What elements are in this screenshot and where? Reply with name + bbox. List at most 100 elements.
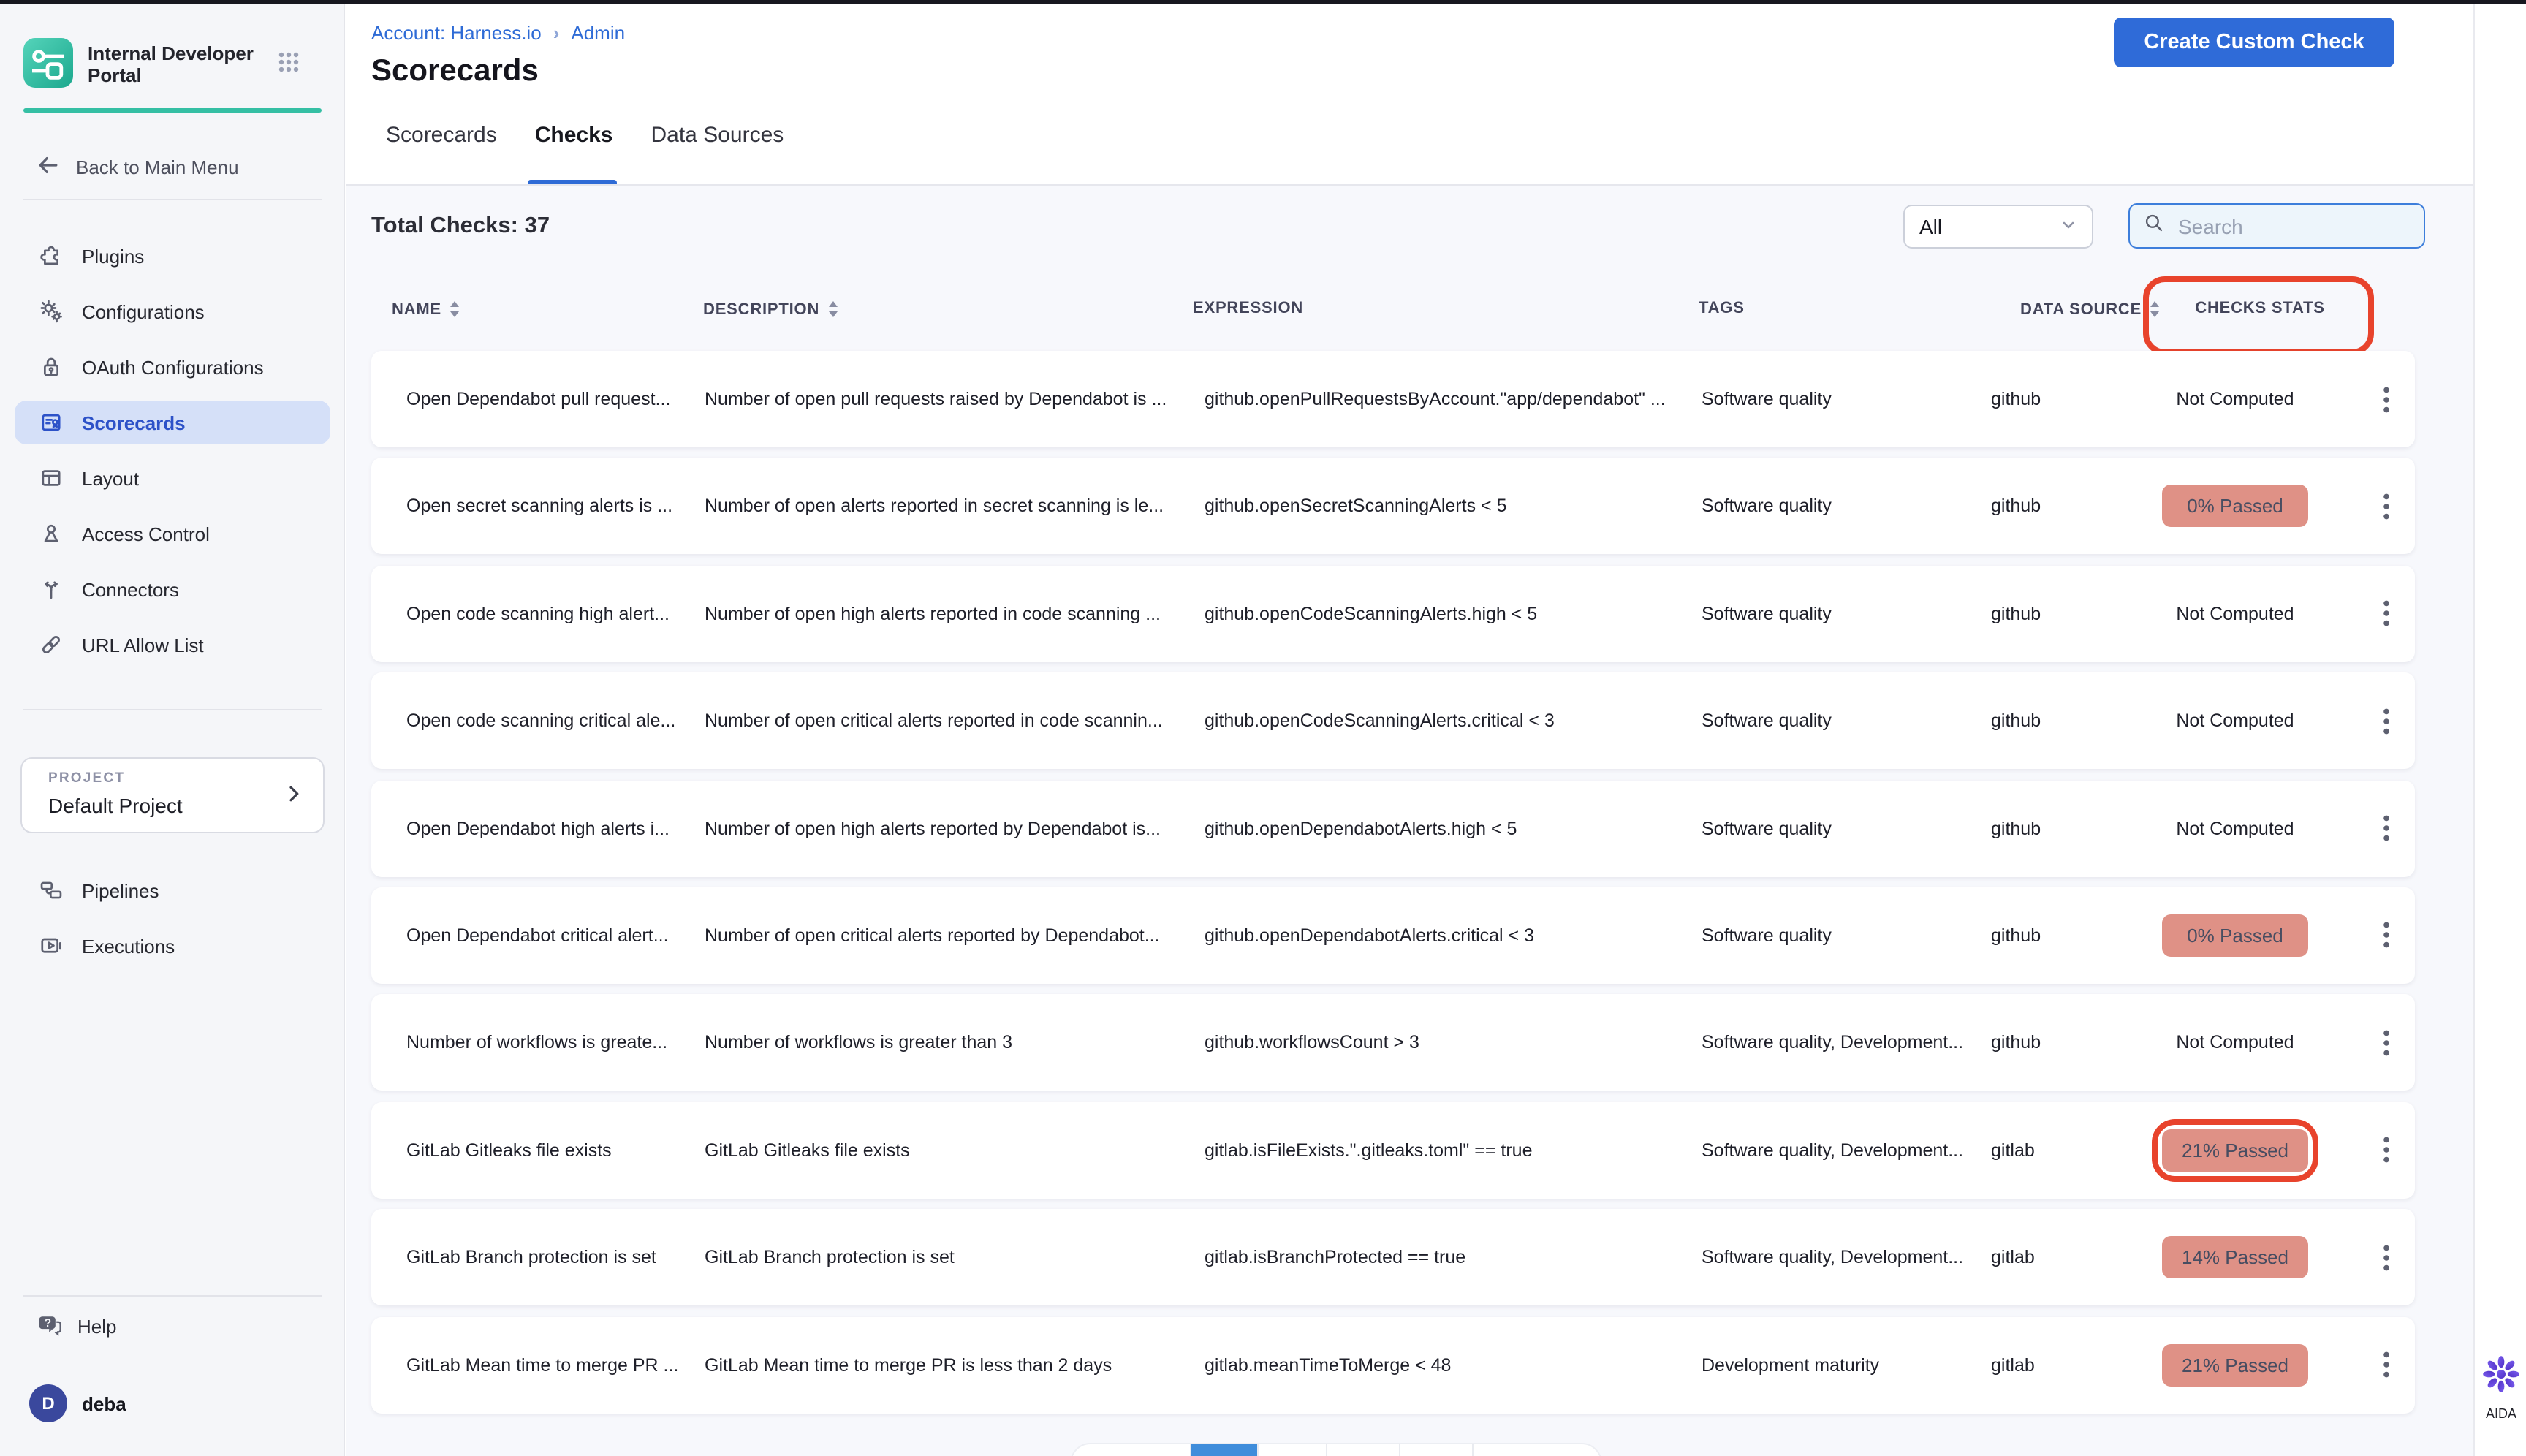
configurations-icon (38, 298, 64, 325)
checks-filter-select[interactable]: All (1903, 205, 2093, 249)
page-header: Account: Harness.io › Admin Scorecards S… (346, 4, 2473, 186)
row-menu-button[interactable] (2368, 1128, 2403, 1172)
sidebar-item-label: OAuth Configurations (82, 356, 264, 378)
column-header-name[interactable]: NAME (392, 300, 460, 319)
kebab-menu-icon (2382, 1351, 2389, 1379)
check-description: Number of open high alerts reported in c… (705, 604, 1202, 624)
project-selector[interactable]: PROJECT Default Project (20, 757, 325, 833)
check-name: Open code scanning critical ale... (406, 710, 699, 731)
check-stats-value: 14% Passed (2162, 1236, 2308, 1278)
kebab-menu-icon (2382, 1136, 2389, 1164)
product-title: Internal Developer Portal (88, 42, 275, 86)
kebab-menu-icon (2382, 922, 2389, 949)
sidebar-item-label: Scorecards (82, 412, 186, 433)
sidebar-item-label: Plugins (82, 245, 144, 267)
sort-icon (827, 300, 838, 319)
back-to-main-menu[interactable]: Back to Main Menu (35, 151, 239, 183)
table-row: GitLab Branch protection is set GitLab B… (371, 1209, 2415, 1305)
check-stats-value: Not Computed (2176, 1033, 2294, 1053)
row-menu-button[interactable] (2368, 914, 2403, 958)
project-value: Default Project (48, 794, 183, 817)
help-button[interactable]: ? Help (35, 1307, 117, 1345)
check-tags: Software quality (1702, 925, 2009, 946)
check-data-source: gitlab (1991, 1140, 2125, 1160)
check-stats-cell: 14% Passed (2140, 1226, 2330, 1289)
sidebar-item-configurations[interactable]: Configurations (15, 289, 330, 333)
check-expression: gitlab.isBranchProtected == true (1205, 1247, 1694, 1267)
kebab-menu-icon (2382, 600, 2389, 628)
check-expression: gitlab.meanTimeToMerge < 48 (1205, 1354, 1694, 1375)
check-name: GitLab Mean time to merge PR ... (406, 1354, 699, 1375)
table-row: Open Dependabot critical alert... Number… (371, 887, 2415, 984)
check-stats-annotation: 14% Passed (2152, 1226, 2318, 1289)
pagination-page-button[interactable] (1259, 1444, 1328, 1456)
row-menu-button[interactable] (2368, 485, 2403, 528)
check-stats-value: Not Computed (2176, 710, 2294, 731)
check-expression: github.openCodeScanningAlerts.high < 5 (1205, 604, 1694, 624)
column-header-description[interactable]: DESCRIPTION (703, 300, 838, 319)
row-menu-button[interactable] (2368, 1235, 2403, 1279)
sidebar-item-scorecards[interactable]: Scorecards (15, 401, 330, 444)
sidebar-item-oauth-configurations[interactable]: OAuth Configurations (15, 345, 330, 389)
column-header-data-source[interactable]: DATA SOURCE (2020, 300, 2161, 319)
sidebar-item-executions[interactable]: Executions (15, 924, 330, 968)
row-menu-button[interactable] (2368, 1021, 2403, 1065)
sidebar-item-access-control[interactable]: Access Control (15, 512, 330, 556)
row-menu-button[interactable] (2368, 1343, 2403, 1387)
row-menu-button[interactable] (2368, 592, 2403, 636)
check-data-source: gitlab (1991, 1354, 2125, 1375)
sidebar-item-label: Layout (82, 467, 139, 489)
check-stats-value: Not Computed (2176, 604, 2294, 624)
sidebar-item-connectors[interactable]: Connectors (15, 567, 330, 611)
check-name: Open secret scanning alerts is ... (406, 496, 699, 517)
table-row: Open Dependabot high alerts i... Number … (371, 780, 2415, 876)
check-stats-cell: Not Computed (2140, 379, 2330, 420)
check-stats-annotation: 21% Passed (2152, 1333, 2318, 1396)
table-row: Open code scanning critical ale... Numbe… (371, 672, 2415, 769)
breadcrumb-admin-link[interactable]: Admin (571, 22, 625, 44)
create-custom-check-button[interactable]: Create Custom Check (2114, 18, 2394, 67)
check-stats-value: 21% Passed (2162, 1129, 2308, 1171)
table-row: GitLab Mean time to merge PR ... GitLab … (371, 1316, 2415, 1413)
sidebar-secondary-nav: Pipelines Executions (15, 868, 330, 968)
sidebar-item-plugins[interactable]: Plugins (15, 234, 330, 278)
help-chat-icon: ? (35, 1311, 63, 1341)
column-header-checks-stats: CHECKS STATS (2163, 300, 2356, 317)
row-menu-button[interactable] (2368, 806, 2403, 850)
check-description: Number of open pull requests raised by D… (705, 389, 1202, 409)
pagination-page-button[interactable] (1327, 1444, 1400, 1456)
sidebar-item-label: Configurations (82, 300, 205, 322)
row-menu-button[interactable] (2368, 377, 2403, 421)
check-data-source: github (1991, 389, 2125, 409)
check-tags: Software quality, Development... (1702, 1140, 2009, 1160)
kebab-menu-icon (2382, 493, 2389, 520)
tab-checks[interactable]: Checks (535, 123, 613, 148)
app-switcher-grid-icon[interactable] (278, 51, 300, 80)
url-allow-list-icon (38, 632, 64, 658)
pagination-page-button[interactable] (1400, 1444, 1473, 1456)
pagination-prev-button[interactable] (1072, 1444, 1191, 1456)
user-menu[interactable]: D deba (29, 1384, 126, 1422)
table-body: Open Dependabot pull request... Number o… (371, 351, 2415, 1424)
sidebar-item-url-allow-list[interactable]: URL Allow List (15, 623, 330, 667)
breadcrumb-account-link[interactable]: Account: Harness.io (371, 22, 542, 44)
aida-flower-icon (2479, 1377, 2523, 1402)
check-expression: github.workflowsCount > 3 (1205, 1033, 1694, 1053)
aida-assistant-button[interactable]: AIDA (2478, 1352, 2525, 1421)
kebab-menu-icon (2382, 385, 2389, 413)
pagination-active-page[interactable] (1191, 1444, 1259, 1456)
check-stats-cell: 0% Passed (2140, 904, 2330, 967)
pagination-next-button[interactable] (1473, 1444, 1601, 1456)
tab-data-sources[interactable]: Data Sources (651, 123, 784, 148)
row-menu-button[interactable] (2368, 699, 2403, 743)
tab-scorecards[interactable]: Scorecards (386, 123, 497, 148)
search-input[interactable] (2175, 213, 2400, 239)
sort-icon (2149, 300, 2161, 319)
sidebar-item-pipelines[interactable]: Pipelines (15, 868, 330, 912)
sidebar-item-layout[interactable]: Layout (15, 456, 330, 500)
check-stats-value: 0% Passed (2162, 914, 2308, 957)
chevron-down-icon (2060, 215, 2077, 238)
search-icon (2143, 211, 2165, 240)
page-title: Scorecards (371, 54, 539, 89)
column-header-expression: EXPRESSION (1193, 300, 1303, 317)
